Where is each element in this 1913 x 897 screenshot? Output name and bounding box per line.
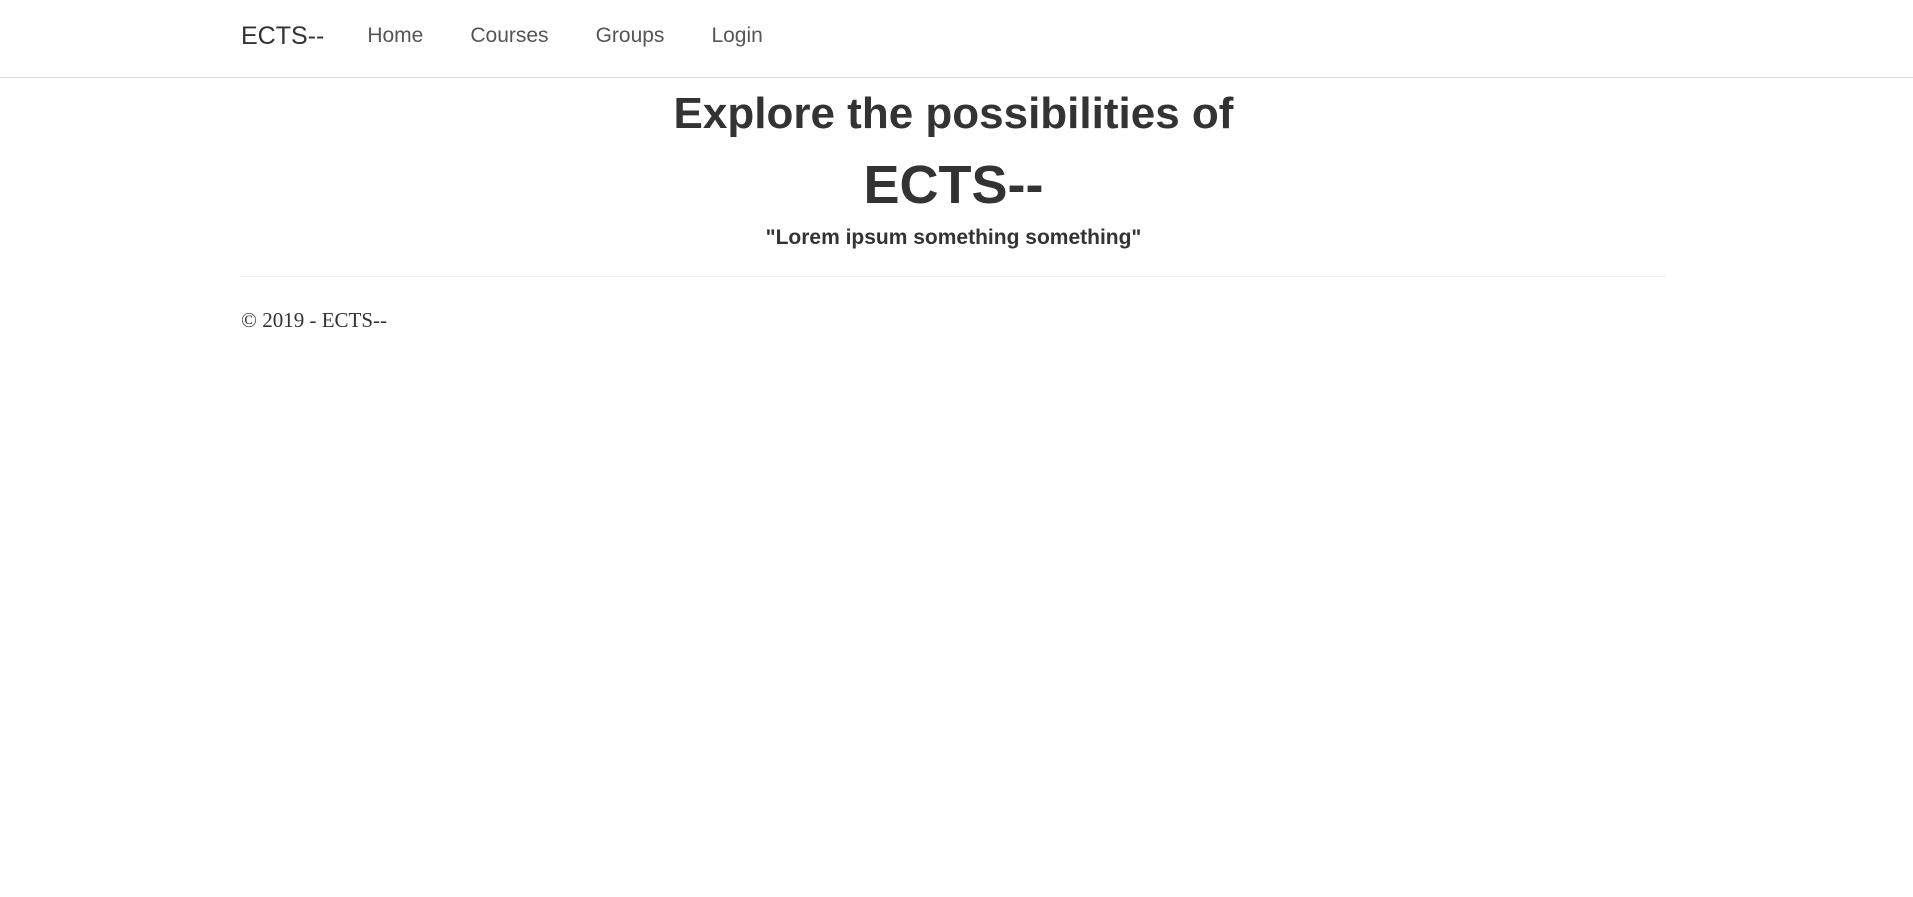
page-footer: © 2019 - ECTS-- (241, 308, 1913, 333)
hero-section: Explore the possibilities of ECTS-- "Lor… (241, 86, 1666, 250)
nav-link-home[interactable]: Home (367, 24, 423, 48)
content-divider (241, 275, 1666, 277)
nav-link-login[interactable]: Login (711, 24, 762, 48)
top-navbar: ECTS-- Home Courses Groups Login (0, 0, 1913, 78)
navbar-inner: ECTS-- Home Courses Groups Login (241, 0, 810, 72)
main-content: Explore the possibilities of ECTS-- "Lor… (0, 86, 1913, 333)
footer-copyright: © 2019 - ECTS-- (241, 307, 388, 332)
nav-link-courses[interactable]: Courses (470, 24, 548, 48)
hero-title: Explore the possibilities of (673, 89, 1234, 138)
navbar-brand-link[interactable]: ECTS-- (241, 22, 324, 51)
hero-brand-title: ECTS-- (863, 155, 1044, 215)
nav-link-groups[interactable]: Groups (596, 24, 665, 48)
hero-quote: "Lorem ipsum something something" (765, 225, 1142, 249)
